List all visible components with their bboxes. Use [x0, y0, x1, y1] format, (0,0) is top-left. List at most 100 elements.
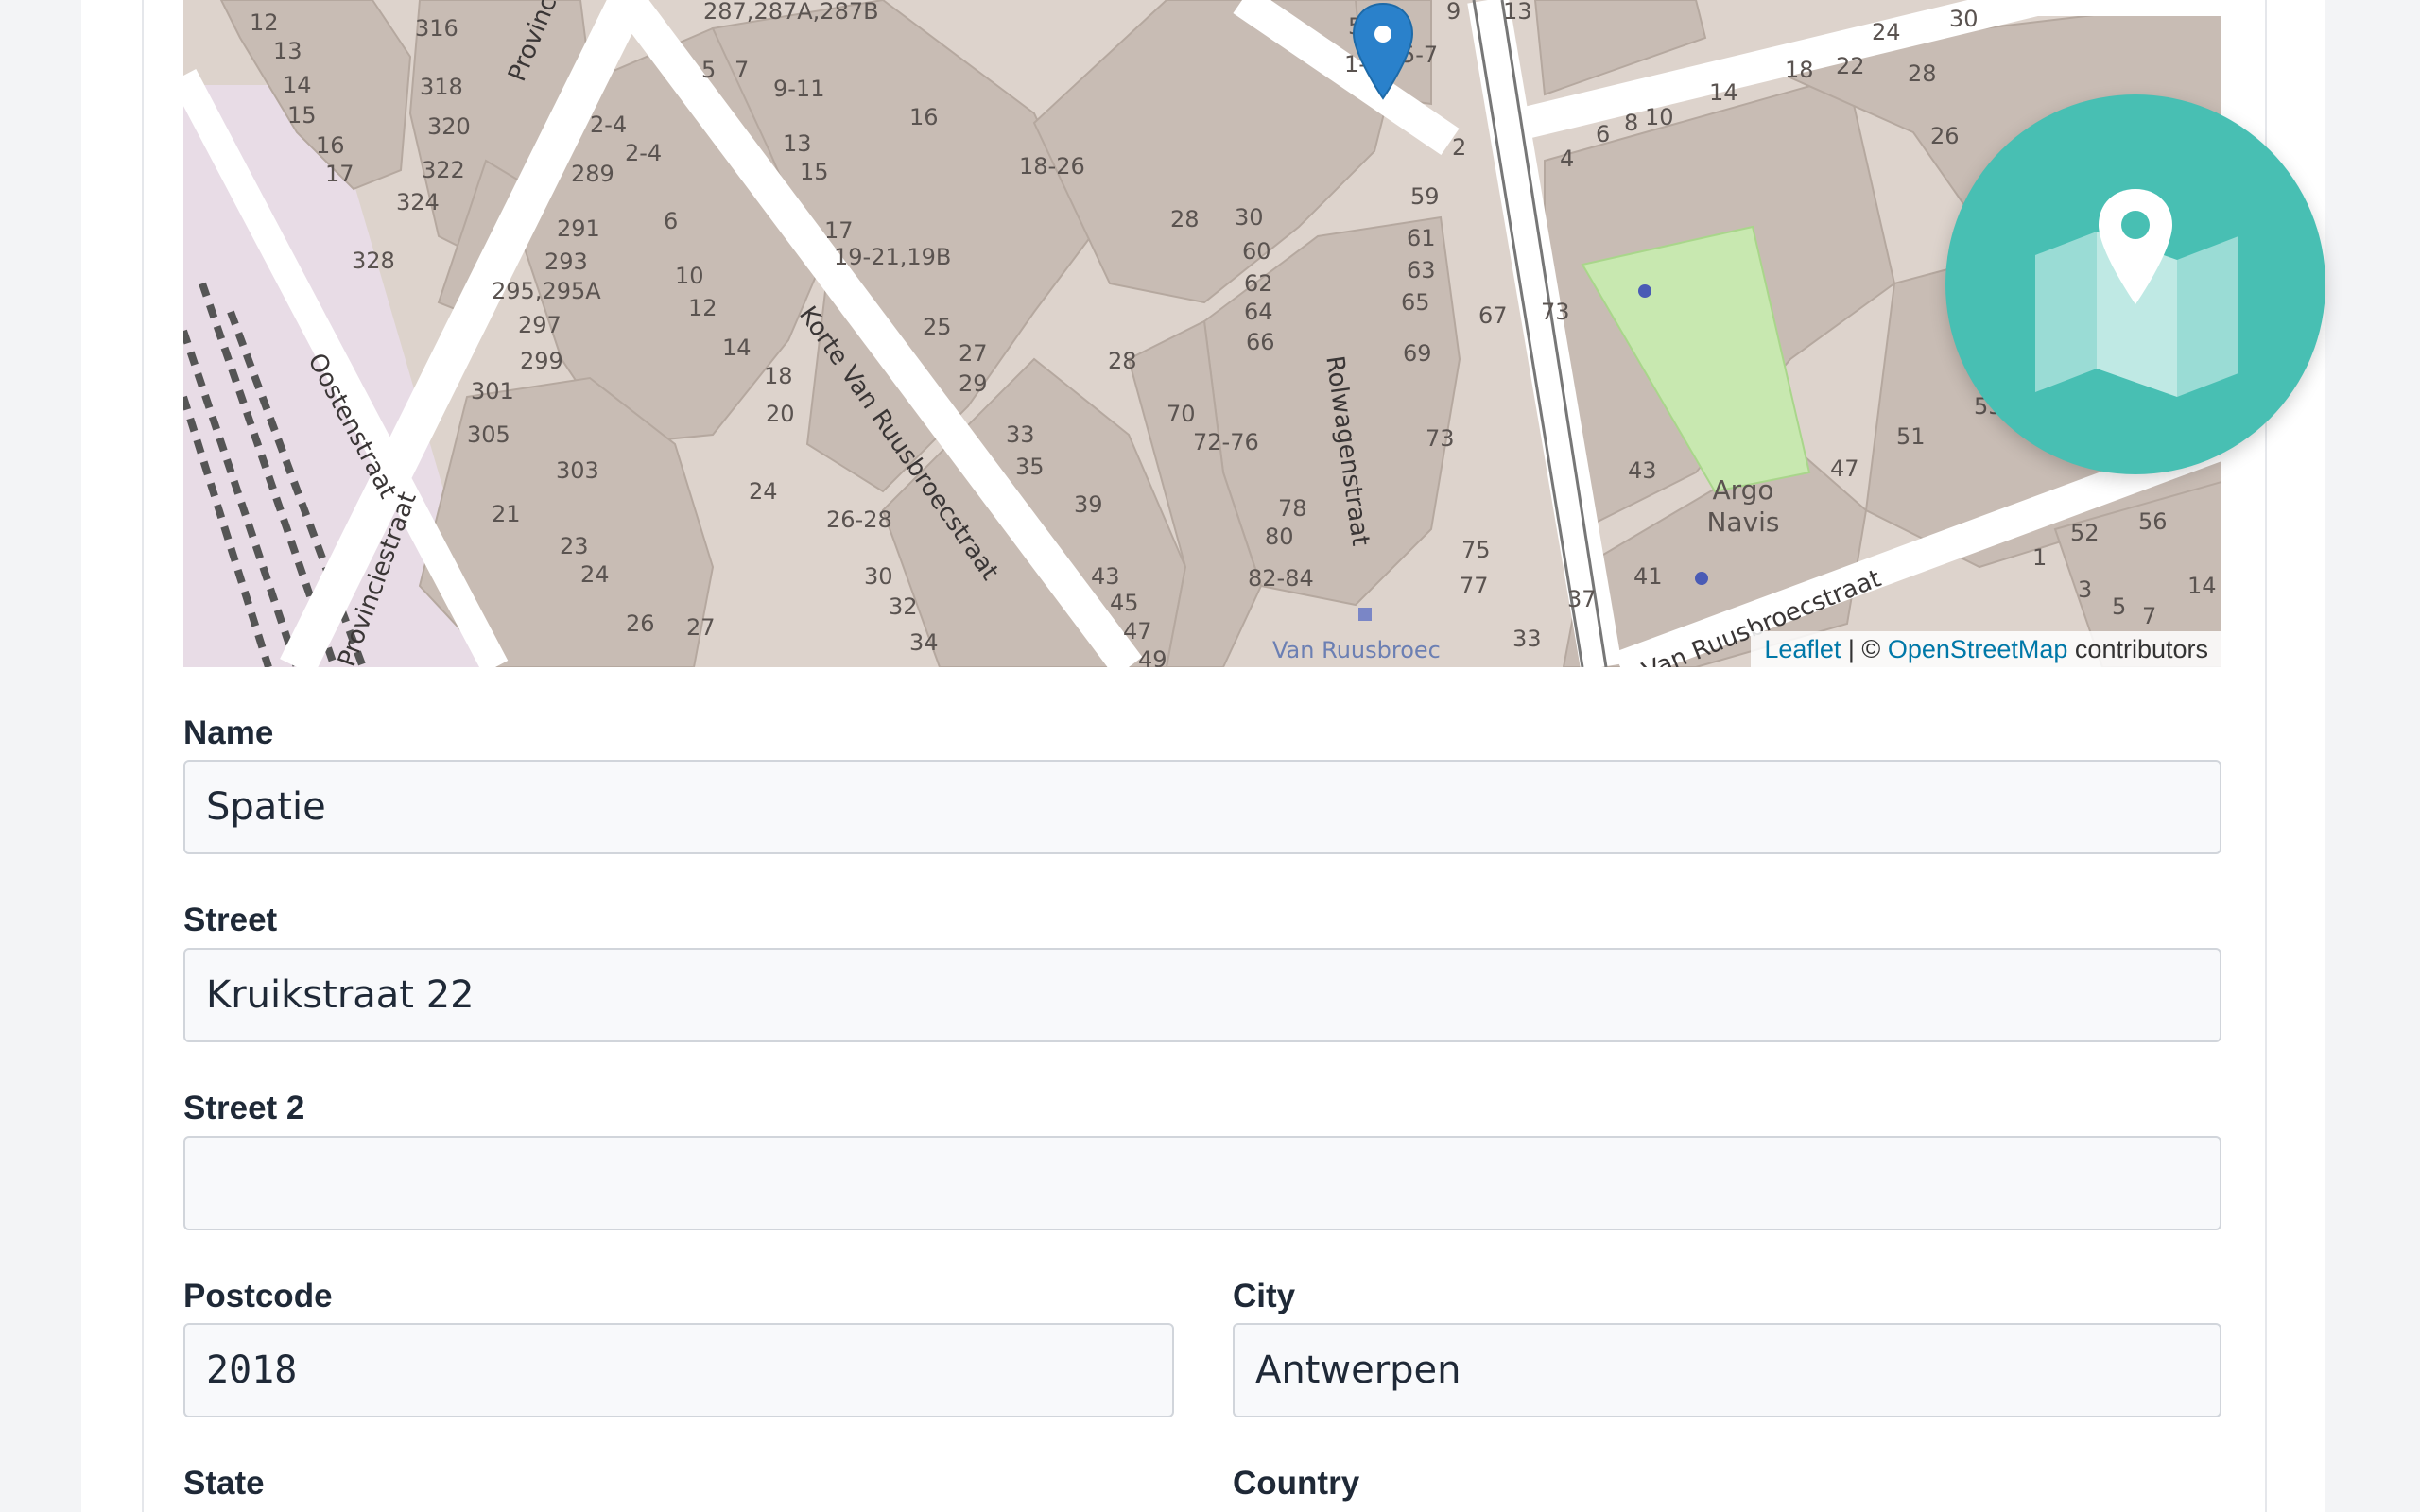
- house-number-label: 2-4: [625, 140, 663, 166]
- house-number-label: 13: [783, 130, 812, 157]
- state-label: State: [183, 1465, 265, 1502]
- house-number-label: 21: [492, 501, 521, 527]
- name-label: Name: [183, 714, 274, 751]
- house-number-label: 16: [316, 132, 345, 159]
- house-number-label: 77: [1460, 573, 1489, 599]
- house-number-label: 73: [1426, 425, 1455, 452]
- house-number-label: 39: [1074, 491, 1103, 518]
- house-number-label: 293: [544, 249, 588, 275]
- street2-field[interactable]: [183, 1136, 2221, 1230]
- house-number-label: 295,295A: [492, 278, 601, 304]
- house-number-label: 30: [1235, 204, 1264, 231]
- house-number-label: 8: [1624, 110, 1639, 136]
- house-number-label: 14: [283, 72, 312, 98]
- house-number-label: 15: [800, 159, 829, 185]
- house-number-label: 10: [1645, 104, 1674, 130]
- street-field[interactable]: [183, 948, 2221, 1042]
- house-number-label: 73: [1541, 299, 1570, 325]
- station-label: Van Ruusbroec: [1272, 637, 1441, 663]
- house-number-label: 80: [1265, 524, 1294, 550]
- house-number-label: 289: [571, 161, 614, 187]
- postcode-label: Postcode: [183, 1278, 333, 1314]
- house-number-label: 318: [420, 74, 463, 100]
- house-number-label: 51: [1896, 423, 1926, 450]
- house-number-label: 18: [1785, 57, 1814, 83]
- house-number-label: 64: [1244, 299, 1273, 325]
- name-field[interactable]: [183, 760, 2221, 854]
- house-number-label: 26-28: [826, 507, 892, 533]
- map-attribution: Leaflet | © OpenStreetMap contributors: [1751, 631, 2221, 667]
- house-number-label: 17: [824, 217, 854, 244]
- attribution-separator: | ©: [1841, 635, 1888, 663]
- house-number-label: 305: [467, 421, 510, 448]
- house-number-label: 12: [688, 295, 717, 321]
- house-number-label: 18: [764, 363, 793, 389]
- city-label: City: [1233, 1278, 1296, 1314]
- house-number-label: 75: [1461, 537, 1491, 563]
- house-number-label: 67: [1478, 302, 1508, 329]
- house-number-label: 70: [1167, 401, 1196, 427]
- house-number-label: 12: [250, 9, 279, 36]
- house-number-label: 7: [735, 57, 750, 83]
- house-number-label: 52: [2070, 520, 2100, 546]
- house-number-label: 25: [923, 314, 952, 340]
- house-number-label: 5: [2112, 593, 2127, 620]
- house-number-label: 328: [352, 248, 395, 274]
- openstreetmap-link[interactable]: OpenStreetMap: [1888, 635, 2068, 663]
- postcode-field[interactable]: [183, 1323, 1174, 1418]
- house-number-label: 13: [273, 38, 302, 64]
- house-number-label: 35: [1015, 454, 1045, 480]
- house-number-label: 62: [1244, 270, 1273, 297]
- map-pin-icon: [1352, 2, 1414, 100]
- house-number-label: 72-76: [1193, 429, 1259, 455]
- location-marker[interactable]: [1350, 0, 1416, 104]
- house-number-label: 32: [889, 593, 918, 620]
- house-number-label: 13: [1503, 0, 1532, 25]
- house-number-label: 28: [1108, 348, 1137, 374]
- house-number-label: 324: [396, 189, 440, 215]
- house-number-label: 14: [1709, 79, 1738, 106]
- house-number-label: 45: [1110, 590, 1139, 616]
- house-number-label: 26: [626, 610, 655, 637]
- house-number-label: 7: [2142, 603, 2157, 629]
- house-number-label: 24: [749, 478, 778, 505]
- map-icon: [2035, 189, 2238, 397]
- house-number-label: 14: [722, 335, 752, 361]
- house-number-label: 14: [2187, 573, 2217, 599]
- house-number-label: 30: [864, 563, 893, 590]
- house-number-label: 33: [1512, 626, 1542, 652]
- house-number-label: 17: [325, 161, 354, 187]
- house-number-label: 78: [1278, 495, 1307, 522]
- house-number-label: 297: [518, 312, 562, 338]
- house-number-label: 24: [580, 561, 610, 588]
- leaflet-link[interactable]: Leaflet: [1764, 635, 1841, 663]
- house-number-label: 5: [701, 57, 717, 83]
- house-number-label: 1: [2032, 544, 2048, 571]
- house-number-label: 34: [909, 629, 939, 656]
- house-number-label: 37: [1567, 586, 1597, 612]
- attribution-suffix: contributors: [2067, 635, 2208, 663]
- house-number-label: 63: [1407, 257, 1436, 284]
- house-number-label: 320: [427, 113, 471, 140]
- house-number-label: 9: [1446, 0, 1461, 25]
- street-label: Street: [183, 902, 278, 938]
- poi-label: Argo Navis: [1706, 474, 1780, 538]
- house-number-label: 4: [1560, 146, 1575, 172]
- house-number-label: 20: [766, 401, 795, 427]
- house-number-label: 27: [686, 614, 716, 641]
- location-map[interactable]: 12 13 14 15 16 17 316 318 320 322 324 328 287,287A,2…: [183, 0, 2221, 667]
- house-number-label: 47: [1123, 618, 1152, 644]
- house-number-label: 30: [1949, 6, 1979, 32]
- house-number-label: 61: [1407, 225, 1436, 251]
- house-number-label: 287,287A,287B: [703, 0, 879, 25]
- house-number-label: 2-4: [590, 112, 628, 138]
- city-field[interactable]: [1233, 1323, 2221, 1418]
- house-number-label: 60: [1242, 238, 1271, 265]
- house-number-label: 9-11: [773, 76, 825, 102]
- house-number-label: 322: [422, 157, 465, 183]
- house-number-label: 43: [1628, 457, 1657, 484]
- house-number-label: 49: [1138, 646, 1167, 667]
- house-number-label: 6: [1596, 121, 1611, 147]
- house-number-label: 66: [1246, 329, 1275, 355]
- house-number-label: 291: [557, 215, 600, 242]
